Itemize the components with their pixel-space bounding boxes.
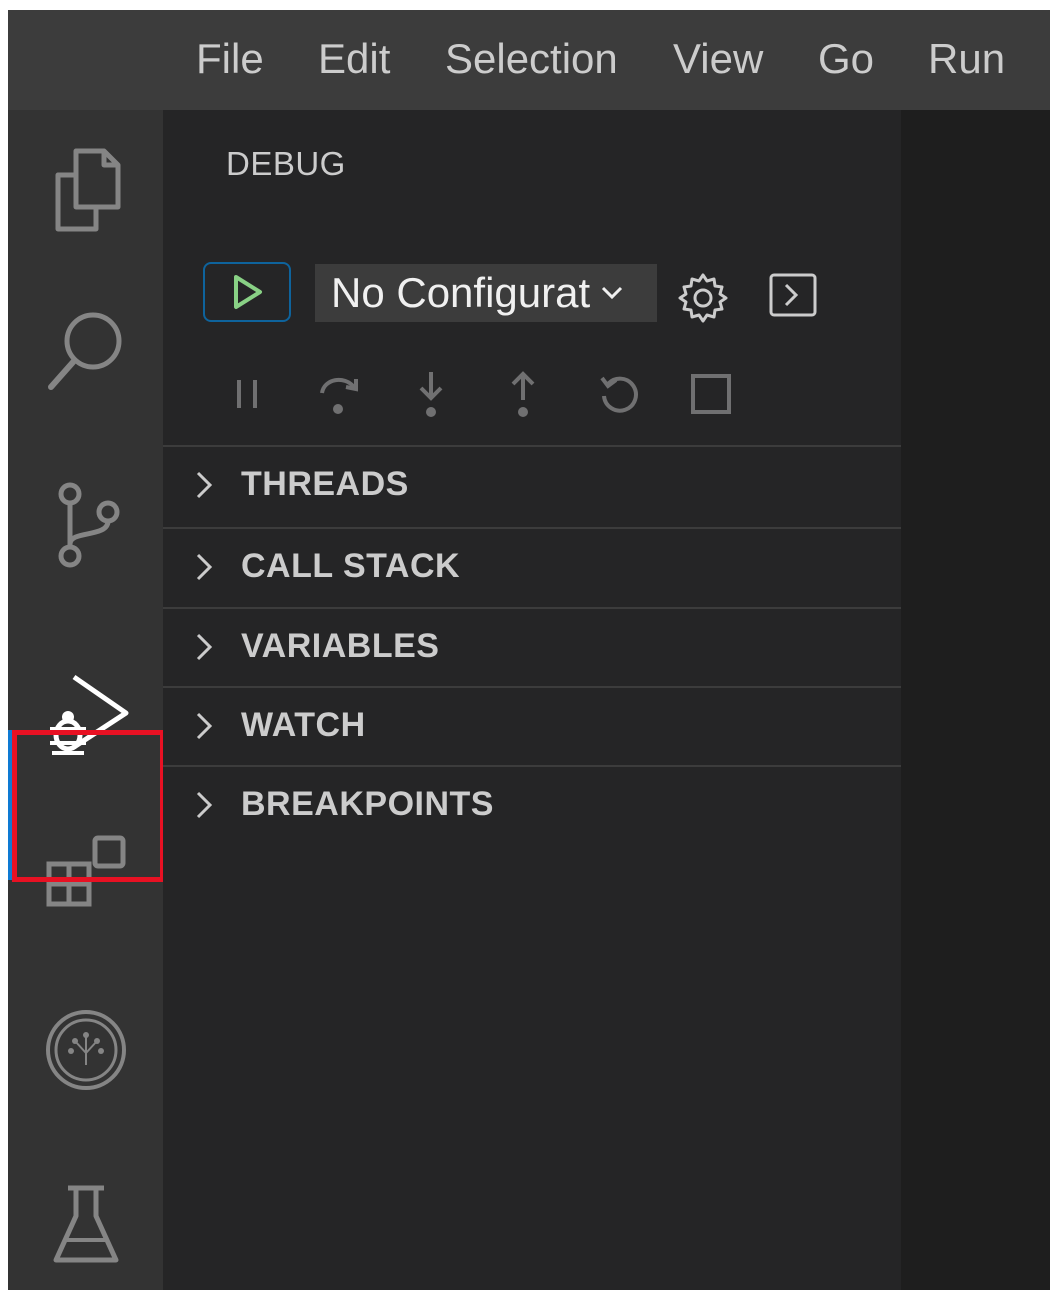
activity-explorer[interactable] <box>8 130 163 250</box>
configuration-select-value: No Configurat <box>331 269 591 316</box>
section-watch[interactable]: WATCH <box>163 686 901 764</box>
menu-bar: File Edit Selection View Go Run <box>8 10 1050 110</box>
section-breakpoints[interactable]: BREAKPOINTS <box>163 765 901 843</box>
pause-button[interactable] <box>217 366 277 422</box>
menu-run[interactable]: Run <box>928 34 1005 84</box>
activity-search[interactable] <box>8 290 163 410</box>
open-launch-json-button[interactable] <box>675 270 731 326</box>
activity-testing[interactable] <box>8 1165 163 1285</box>
menu-view[interactable]: View <box>673 34 763 84</box>
activity-source-control[interactable] <box>8 465 163 585</box>
step-into-icon <box>419 372 443 417</box>
source-control-icon <box>58 482 119 568</box>
chevron-right-icon <box>193 469 215 506</box>
debug-sidebar: DEBUG No Configurat THREADS CALL STACK V… <box>163 110 901 1290</box>
search-icon <box>47 312 121 390</box>
chevron-right-icon <box>193 631 215 668</box>
tree-circle-icon <box>45 1010 126 1090</box>
section-watch-label: WATCH <box>241 706 366 744</box>
debug-console-button[interactable] <box>768 270 818 320</box>
menu-edit[interactable]: Edit <box>318 34 390 84</box>
menu-file[interactable]: File <box>196 34 264 84</box>
files-icon <box>55 148 120 232</box>
section-call-stack-label: CALL STACK <box>241 547 461 585</box>
section-variables-label: VARIABLES <box>241 627 440 665</box>
editor-area <box>901 110 1050 1290</box>
menu-selection[interactable]: Selection <box>445 34 618 84</box>
section-variables[interactable]: VARIABLES <box>163 607 901 685</box>
section-threads[interactable]: THREADS <box>163 445 901 523</box>
flask-icon <box>53 1185 118 1263</box>
section-breakpoints-label: BREAKPOINTS <box>241 785 494 823</box>
chevron-right-icon <box>193 789 215 826</box>
play-icon <box>234 275 262 309</box>
sidebar-title: DEBUG <box>226 145 346 182</box>
vscode-window: File Edit Selection View Go Run DEBUG No… <box>8 10 1050 1290</box>
step-out-icon <box>511 371 535 417</box>
chevron-down-icon <box>600 285 624 301</box>
chevron-right-icon <box>193 710 215 747</box>
activity-bar <box>8 110 165 1290</box>
highlight-box <box>12 730 165 882</box>
step-over-icon <box>320 377 358 414</box>
activity-tree-extension[interactable] <box>8 990 163 1110</box>
gear-icon <box>678 273 728 323</box>
stop-button[interactable] <box>681 366 741 422</box>
chevron-right-icon <box>193 551 215 588</box>
restart-icon <box>600 376 638 413</box>
restart-button[interactable] <box>588 366 648 422</box>
terminal-icon <box>769 273 817 317</box>
step-out-button[interactable] <box>493 366 553 422</box>
step-into-button[interactable] <box>401 366 461 422</box>
pause-icon <box>237 380 257 408</box>
stop-icon <box>691 374 731 414</box>
menu-go[interactable]: Go <box>818 34 874 84</box>
section-call-stack[interactable]: CALL STACK <box>163 527 901 605</box>
configuration-select[interactable]: No Configurat <box>315 264 657 322</box>
section-threads-label: THREADS <box>241 465 409 503</box>
step-over-button[interactable] <box>308 366 368 422</box>
start-debugging-button[interactable] <box>203 262 291 322</box>
